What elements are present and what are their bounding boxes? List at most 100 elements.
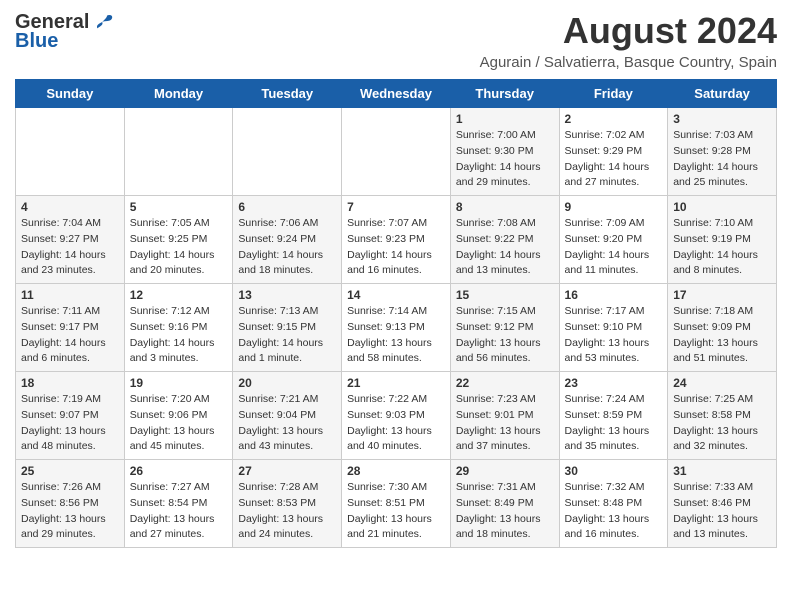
day-info: Sunrise: 7:18 AMSunset: 9:09 PMDaylight:… xyxy=(673,305,758,364)
day-number: 17 xyxy=(673,288,771,302)
day-number: 3 xyxy=(673,112,771,126)
calendar-cell: 23 Sunrise: 7:24 AMSunset: 8:59 PMDaylig… xyxy=(559,372,668,460)
calendar-day-header: Friday xyxy=(559,80,668,108)
day-info: Sunrise: 7:09 AMSunset: 9:20 PMDaylight:… xyxy=(565,217,650,276)
day-info: Sunrise: 7:04 AMSunset: 9:27 PMDaylight:… xyxy=(21,217,106,276)
calendar-cell: 24 Sunrise: 7:25 AMSunset: 8:58 PMDaylig… xyxy=(668,372,777,460)
day-number: 18 xyxy=(21,376,119,390)
calendar-day-header: Saturday xyxy=(668,80,777,108)
calendar-cell: 7 Sunrise: 7:07 AMSunset: 9:23 PMDayligh… xyxy=(342,196,451,284)
day-number: 13 xyxy=(238,288,336,302)
day-info: Sunrise: 7:32 AMSunset: 8:48 PMDaylight:… xyxy=(565,481,650,540)
calendar-cell: 4 Sunrise: 7:04 AMSunset: 9:27 PMDayligh… xyxy=(16,196,125,284)
calendar-cell: 21 Sunrise: 7:22 AMSunset: 9:03 PMDaylig… xyxy=(342,372,451,460)
calendar-cell: 27 Sunrise: 7:28 AMSunset: 8:53 PMDaylig… xyxy=(233,460,342,548)
day-number: 11 xyxy=(21,288,119,302)
day-info: Sunrise: 7:02 AMSunset: 9:29 PMDaylight:… xyxy=(565,129,650,188)
calendar-cell: 14 Sunrise: 7:14 AMSunset: 9:13 PMDaylig… xyxy=(342,284,451,372)
day-number: 26 xyxy=(130,464,228,478)
day-info: Sunrise: 7:24 AMSunset: 8:59 PMDaylight:… xyxy=(565,393,650,452)
day-info: Sunrise: 7:19 AMSunset: 9:07 PMDaylight:… xyxy=(21,393,106,452)
calendar-cell: 12 Sunrise: 7:12 AMSunset: 9:16 PMDaylig… xyxy=(124,284,233,372)
calendar-cell: 16 Sunrise: 7:17 AMSunset: 9:10 PMDaylig… xyxy=(559,284,668,372)
calendar-cell: 10 Sunrise: 7:10 AMSunset: 9:19 PMDaylig… xyxy=(668,196,777,284)
calendar-day-header: Thursday xyxy=(450,80,559,108)
calendar-cell: 20 Sunrise: 7:21 AMSunset: 9:04 PMDaylig… xyxy=(233,372,342,460)
day-number: 4 xyxy=(21,200,119,214)
day-info: Sunrise: 7:05 AMSunset: 9:25 PMDaylight:… xyxy=(130,217,215,276)
calendar-day-header: Wednesday xyxy=(342,80,451,108)
day-info: Sunrise: 7:26 AMSunset: 8:56 PMDaylight:… xyxy=(21,481,106,540)
calendar-cell: 28 Sunrise: 7:30 AMSunset: 8:51 PMDaylig… xyxy=(342,460,451,548)
logo: General Blue xyxy=(15,10,115,53)
title-area: August 2024 Agurain / Salvatierra, Basqu… xyxy=(480,10,777,71)
day-info: Sunrise: 7:31 AMSunset: 8:49 PMDaylight:… xyxy=(456,481,541,540)
calendar-week-row: 1 Sunrise: 7:00 AMSunset: 9:30 PMDayligh… xyxy=(16,108,777,196)
day-number: 9 xyxy=(565,200,663,214)
calendar-cell: 9 Sunrise: 7:09 AMSunset: 9:20 PMDayligh… xyxy=(559,196,668,284)
day-info: Sunrise: 7:21 AMSunset: 9:04 PMDaylight:… xyxy=(238,393,323,452)
calendar-cell: 17 Sunrise: 7:18 AMSunset: 9:09 PMDaylig… xyxy=(668,284,777,372)
calendar-day-header: Tuesday xyxy=(233,80,342,108)
calendar-day-header: Monday xyxy=(124,80,233,108)
day-info: Sunrise: 7:11 AMSunset: 9:17 PMDaylight:… xyxy=(21,305,106,364)
calendar-cell: 3 Sunrise: 7:03 AMSunset: 9:28 PMDayligh… xyxy=(668,108,777,196)
day-info: Sunrise: 7:06 AMSunset: 9:24 PMDaylight:… xyxy=(238,217,323,276)
day-info: Sunrise: 7:17 AMSunset: 9:10 PMDaylight:… xyxy=(565,305,650,364)
calendar-week-row: 18 Sunrise: 7:19 AMSunset: 9:07 PMDaylig… xyxy=(16,372,777,460)
logo-blue: Blue xyxy=(15,30,58,53)
day-info: Sunrise: 7:14 AMSunset: 9:13 PMDaylight:… xyxy=(347,305,432,364)
day-number: 2 xyxy=(565,112,663,126)
calendar-week-row: 4 Sunrise: 7:04 AMSunset: 9:27 PMDayligh… xyxy=(16,196,777,284)
calendar-cell: 6 Sunrise: 7:06 AMSunset: 9:24 PMDayligh… xyxy=(233,196,342,284)
calendar-cell: 2 Sunrise: 7:02 AMSunset: 9:29 PMDayligh… xyxy=(559,108,668,196)
day-number: 29 xyxy=(456,464,554,478)
day-number: 14 xyxy=(347,288,445,302)
day-info: Sunrise: 7:03 AMSunset: 9:28 PMDaylight:… xyxy=(673,129,758,188)
calendar-cell xyxy=(233,108,342,196)
day-number: 27 xyxy=(238,464,336,478)
day-number: 7 xyxy=(347,200,445,214)
calendar-cell: 30 Sunrise: 7:32 AMSunset: 8:48 PMDaylig… xyxy=(559,460,668,548)
day-info: Sunrise: 7:13 AMSunset: 9:15 PMDaylight:… xyxy=(238,305,323,364)
day-info: Sunrise: 7:30 AMSunset: 8:51 PMDaylight:… xyxy=(347,481,432,540)
day-info: Sunrise: 7:25 AMSunset: 8:58 PMDaylight:… xyxy=(673,393,758,452)
day-number: 30 xyxy=(565,464,663,478)
day-info: Sunrise: 7:23 AMSunset: 9:01 PMDaylight:… xyxy=(456,393,541,452)
calendar-cell: 19 Sunrise: 7:20 AMSunset: 9:06 PMDaylig… xyxy=(124,372,233,460)
day-info: Sunrise: 7:15 AMSunset: 9:12 PMDaylight:… xyxy=(456,305,541,364)
day-info: Sunrise: 7:33 AMSunset: 8:46 PMDaylight:… xyxy=(673,481,758,540)
day-info: Sunrise: 7:12 AMSunset: 9:16 PMDaylight:… xyxy=(130,305,215,364)
day-info: Sunrise: 7:07 AMSunset: 9:23 PMDaylight:… xyxy=(347,217,432,276)
calendar-cell: 8 Sunrise: 7:08 AMSunset: 9:22 PMDayligh… xyxy=(450,196,559,284)
day-number: 21 xyxy=(347,376,445,390)
day-number: 6 xyxy=(238,200,336,214)
month-year: August 2024 xyxy=(480,10,777,52)
day-number: 10 xyxy=(673,200,771,214)
calendar-cell: 11 Sunrise: 7:11 AMSunset: 9:17 PMDaylig… xyxy=(16,284,125,372)
calendar-week-row: 25 Sunrise: 7:26 AMSunset: 8:56 PMDaylig… xyxy=(16,460,777,548)
calendar-cell: 1 Sunrise: 7:00 AMSunset: 9:30 PMDayligh… xyxy=(450,108,559,196)
subtitle: Agurain / Salvatierra, Basque Country, S… xyxy=(480,54,777,71)
logo-bird-icon xyxy=(91,10,115,34)
day-number: 8 xyxy=(456,200,554,214)
day-number: 24 xyxy=(673,376,771,390)
calendar-cell: 13 Sunrise: 7:13 AMSunset: 9:15 PMDaylig… xyxy=(233,284,342,372)
day-number: 15 xyxy=(456,288,554,302)
calendar-cell: 26 Sunrise: 7:27 AMSunset: 8:54 PMDaylig… xyxy=(124,460,233,548)
day-info: Sunrise: 7:20 AMSunset: 9:06 PMDaylight:… xyxy=(130,393,215,452)
calendar-day-header: Sunday xyxy=(16,80,125,108)
day-info: Sunrise: 7:22 AMSunset: 9:03 PMDaylight:… xyxy=(347,393,432,452)
day-number: 1 xyxy=(456,112,554,126)
calendar-cell: 5 Sunrise: 7:05 AMSunset: 9:25 PMDayligh… xyxy=(124,196,233,284)
calendar-cell: 29 Sunrise: 7:31 AMSunset: 8:49 PMDaylig… xyxy=(450,460,559,548)
calendar-cell: 18 Sunrise: 7:19 AMSunset: 9:07 PMDaylig… xyxy=(16,372,125,460)
day-info: Sunrise: 7:28 AMSunset: 8:53 PMDaylight:… xyxy=(238,481,323,540)
day-info: Sunrise: 7:08 AMSunset: 9:22 PMDaylight:… xyxy=(456,217,541,276)
calendar-header-row: SundayMondayTuesdayWednesdayThursdayFrid… xyxy=(16,80,777,108)
calendar-cell xyxy=(16,108,125,196)
day-number: 28 xyxy=(347,464,445,478)
day-info: Sunrise: 7:00 AMSunset: 9:30 PMDaylight:… xyxy=(456,129,541,188)
calendar-cell: 22 Sunrise: 7:23 AMSunset: 9:01 PMDaylig… xyxy=(450,372,559,460)
calendar-cell xyxy=(342,108,451,196)
